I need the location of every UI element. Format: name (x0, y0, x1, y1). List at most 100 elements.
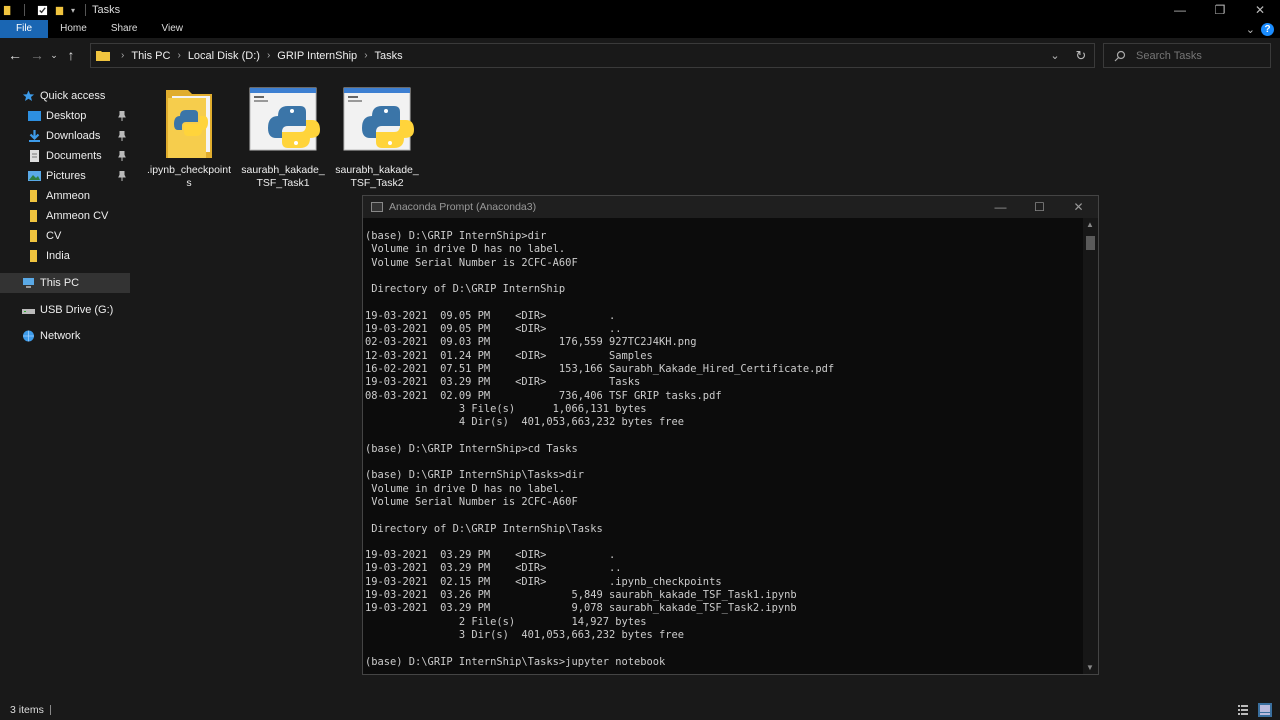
chevron-right-icon[interactable]: › (172, 50, 185, 61)
sidebar-item-cv[interactable]: CV (0, 226, 130, 246)
sidebar-item-pictures[interactable]: Pictures (0, 166, 130, 186)
search-icon (1114, 50, 1126, 61)
search-input[interactable] (1136, 49, 1266, 62)
sidebar-item-quick-access[interactable]: Quick access (0, 86, 130, 106)
terminal-minimize-button[interactable]: — (981, 196, 1020, 218)
download-icon (29, 130, 40, 142)
file-item-task1[interactable]: saurabh_kakade_TSF_Task1 (239, 86, 327, 190)
sidebar-item-usb-drive[interactable]: USB Drive (G:) (0, 300, 130, 320)
sidebar-item-ammeon-cv[interactable]: Ammeon CV (0, 206, 130, 226)
sidebar-item-india[interactable]: India (0, 246, 130, 266)
sidebar-item-desktop[interactable]: Desktop (0, 106, 130, 126)
address-actions: ⌄ ↻ (1042, 44, 1094, 67)
terminal-scrollbar[interactable]: ▲ ▼ (1083, 218, 1098, 674)
navigation-bar: ← → ⌄ ↑ › This PC › Local Disk (D:) › GR… (0, 40, 1280, 70)
window-title: Tasks (92, 4, 121, 16)
pin-icon[interactable] (118, 171, 126, 181)
search-box[interactable] (1103, 43, 1271, 68)
sidebar-item-label: Documents (46, 150, 102, 162)
breadcrumb-tasks[interactable]: Tasks (373, 50, 405, 62)
sidebar-item-label: Network (40, 330, 81, 342)
scroll-down-icon[interactable]: ▼ (1086, 663, 1094, 672)
terminal-title-bar[interactable]: Anaconda Prompt (Anaconda3) — ☐ ✕ (363, 196, 1098, 218)
breadcrumb-local-disk[interactable]: Local Disk (D:) (186, 50, 262, 62)
new-folder-icon[interactable] (54, 5, 65, 16)
expand-ribbon-icon[interactable]: ⌄ (1246, 23, 1255, 36)
sidebar-item-label: Ammeon CV (46, 210, 109, 222)
terminal-close-button[interactable]: ✕ (1059, 196, 1098, 218)
terminal-line: 19-03-2021 02.15 PM <DIR> .ipynb_checkpo… (365, 575, 722, 588)
folder-icon (30, 190, 37, 202)
refresh-button[interactable]: ↻ (1068, 44, 1094, 67)
scrollbar-thumb[interactable] (1086, 236, 1095, 250)
details-view-icon[interactable] (1236, 703, 1250, 717)
pin-icon[interactable] (118, 151, 126, 161)
sidebar-item-label: Ammeon (46, 190, 91, 202)
terminal-maximize-button[interactable]: ☐ (1020, 196, 1059, 218)
star-icon (22, 90, 35, 101)
terminal-line: (base) D:\GRIP InternShip\Tasks>dir (365, 469, 584, 482)
terminal-line: 12-03-2021 01.24 PM <DIR> Samples (365, 349, 653, 362)
chevron-right-icon[interactable]: › (359, 50, 372, 61)
tab-share[interactable]: Share (99, 20, 150, 38)
terminal-line: Directory of D:\GRIP InternShip (365, 283, 566, 296)
minimize-button[interactable]: — (1160, 0, 1200, 20)
terminal-line: 08-03-2021 02.09 PM 736,406 TSF GRIP tas… (365, 389, 722, 402)
folder-python-icon (150, 86, 228, 164)
file-name: saurabh_kakade_TSF_Task2 (335, 164, 419, 189)
computer-icon (23, 278, 34, 288)
terminal-window-controls: — ☐ ✕ (981, 196, 1098, 218)
terminal-line: 19-03-2021 03.29 PM 9,078 saurabh_kakade… (365, 602, 797, 615)
back-button[interactable]: ← (4, 43, 26, 67)
chevron-down-icon[interactable]: ▾ (71, 6, 75, 15)
large-icons-view-icon[interactable] (1258, 703, 1272, 717)
terminal-line: (base) D:\GRIP InternShip\Tasks>jupyter … (365, 655, 666, 668)
recent-locations-button[interactable]: ⌄ (48, 43, 60, 67)
usb-drive-icon (22, 309, 35, 314)
divider (49, 705, 51, 715)
help-icon[interactable]: ? (1261, 22, 1274, 36)
terminal-line: Volume in drive D has no label. (365, 482, 566, 495)
breadcrumb-this-pc[interactable]: This PC (129, 50, 172, 62)
tab-file[interactable]: File (0, 20, 49, 38)
close-button[interactable]: ✕ (1240, 0, 1280, 20)
terminal-line: 3 Dir(s) 401,053,663,232 bytes free (365, 628, 685, 641)
file-name: .ipynb_checkpoints (146, 164, 232, 189)
sidebar-item-label: This PC (40, 277, 80, 289)
pin-icon[interactable] (118, 131, 126, 141)
sidebar-item-this-pc[interactable]: This PC (0, 273, 130, 293)
tab-home[interactable]: Home (48, 20, 99, 38)
sidebar-item-documents[interactable]: Documents (0, 146, 130, 166)
terminal-line: Volume Serial Number is 2CFC-A60F (365, 495, 578, 508)
sidebar-item-label: Pictures (46, 170, 86, 182)
terminal-line: 19-03-2021 03.29 PM <DIR> Tasks (365, 376, 641, 389)
properties-icon[interactable] (37, 5, 48, 16)
network-icon (23, 330, 34, 342)
file-item-task2[interactable]: saurabh_kakade_TSF_Task2 (333, 86, 421, 190)
sidebar-item-downloads[interactable]: Downloads (0, 126, 130, 146)
pin-icon[interactable] (118, 111, 126, 121)
scroll-up-icon[interactable]: ▲ (1086, 220, 1094, 229)
anaconda-prompt-window[interactable]: Anaconda Prompt (Anaconda3) — ☐ ✕ (base)… (362, 195, 1099, 675)
address-dropdown-button[interactable]: ⌄ (1042, 44, 1068, 67)
terminal-line: 19-03-2021 03.29 PM <DIR> . (365, 549, 616, 562)
terminal-output[interactable]: (base) D:\GRIP InternShip>dir Volume in … (363, 218, 1085, 674)
sidebar-item-network[interactable]: Network (0, 326, 130, 346)
chevron-right-icon[interactable]: › (262, 50, 275, 61)
chevron-right-icon[interactable]: › (116, 50, 129, 61)
restore-button[interactable]: ❐ (1200, 0, 1240, 20)
up-button[interactable]: ↑ (60, 43, 82, 67)
sidebar-item-label: Desktop (46, 110, 87, 122)
address-bar[interactable]: › This PC › Local Disk (D:) › GRIP Inter… (90, 43, 1095, 68)
sidebar-item-ammeon[interactable]: Ammeon (0, 186, 130, 206)
forward-button[interactable]: → (26, 43, 48, 67)
file-item-ipynb-checkpoints[interactable]: .ipynb_checkpoints (145, 86, 233, 190)
terminal-line: 4 Dir(s) 401,053,663,232 bytes free (365, 416, 685, 429)
desktop-icon (28, 111, 41, 121)
tab-view[interactable]: View (150, 20, 196, 38)
status-bar: 3 items (0, 700, 1280, 720)
breadcrumb-grip-internship[interactable]: GRIP InternShip (275, 50, 359, 62)
